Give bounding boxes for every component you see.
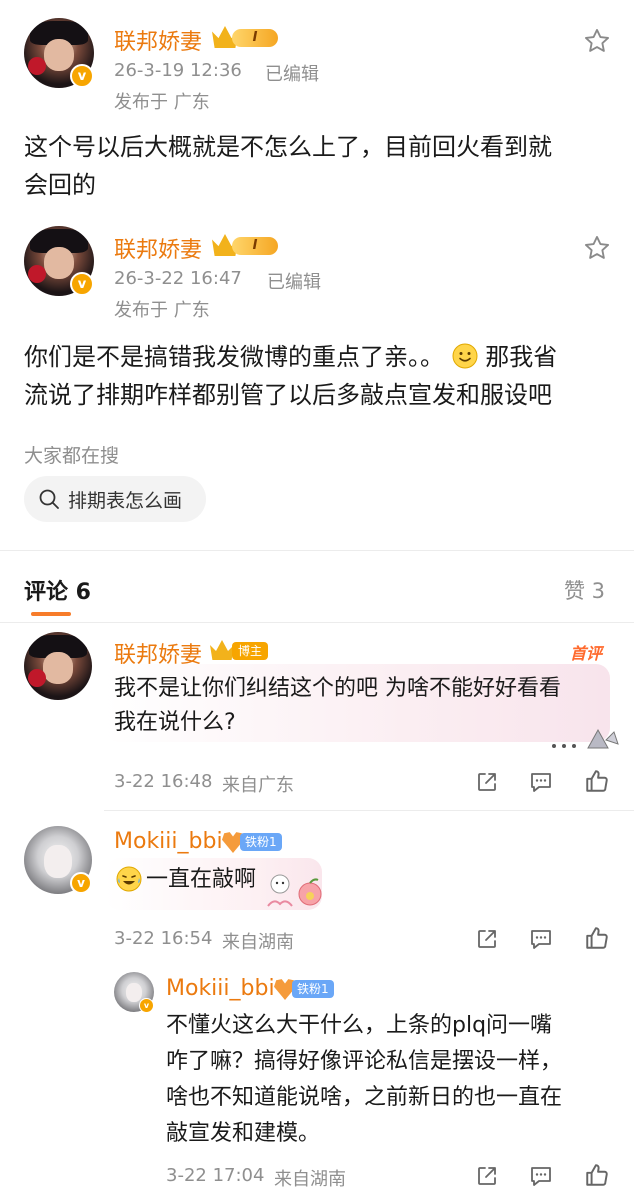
- blogger-badge-label: 博主: [232, 642, 268, 660]
- comment-time: 3-22 16:54: [114, 928, 213, 949]
- reply-text-line: 不懂火这么大干什么，上条的plq问一嘴: [166, 1013, 553, 1038]
- comment-icon[interactable]: [529, 927, 553, 951]
- laugh-cry-emoji-icon: [116, 866, 142, 892]
- tabs-divider: [0, 622, 634, 623]
- post-location: 发布于 广东: [114, 300, 210, 321]
- favorite-star-icon[interactable]: [583, 27, 611, 55]
- crown-icon: [210, 640, 234, 660]
- post-author-name[interactable]: 联邦娇妻: [114, 232, 202, 264]
- verified-badge-icon: v: [139, 998, 154, 1013]
- verified-badge-icon: v: [70, 272, 94, 296]
- verified-badge-icon: v: [70, 872, 92, 894]
- avatar-rose: [28, 264, 47, 283]
- avatar-rose: [28, 56, 47, 75]
- post-text-line: 流说了排期咋样都别管了以后多敲点宣发和服设吧: [24, 381, 552, 409]
- comment-author-name[interactable]: Mokiii_bbi: [114, 829, 223, 854]
- reply-author-name[interactable]: Mokiii_bbi: [166, 976, 275, 1001]
- post-text-line: 这个号以后大概就是不怎么上了，目前回火看到就: [24, 133, 552, 161]
- avatar-face: [44, 845, 72, 878]
- tab-likes[interactable]: 赞 3: [564, 575, 605, 605]
- post-location: 发布于 广东: [114, 92, 210, 113]
- tab-active-underline: [31, 612, 71, 616]
- post-date: 26-3-22 16:47: [114, 268, 242, 289]
- avatar-face: [43, 247, 75, 280]
- comment-source: 来自广东: [222, 775, 294, 796]
- search-icon: [39, 489, 59, 509]
- avatar-face: [43, 652, 73, 684]
- comment-text-line: 我不是让你们纠结这个的吧 为啥不能好好看看: [114, 676, 561, 701]
- fan-badge: 铁粉1: [222, 831, 288, 853]
- level-badge: I: [212, 233, 278, 259]
- share-icon[interactable]: [475, 1164, 499, 1188]
- reply-text-line: 敲宣发和建模。: [166, 1121, 321, 1146]
- fan-badge-label: 铁粉1: [292, 980, 334, 998]
- post-date: 26-3-19 12:36: [114, 60, 242, 81]
- comment-icon[interactable]: [529, 1164, 553, 1188]
- share-icon[interactable]: [475, 770, 499, 794]
- reply-time: 3-22 17:04: [166, 1165, 265, 1186]
- hot-search-chip[interactable]: 排期表怎么画: [24, 476, 206, 522]
- hot-search-query: 排期表怎么画: [68, 489, 183, 512]
- section-divider: [0, 550, 634, 551]
- favorite-star-icon[interactable]: [583, 234, 611, 262]
- comment-text: 一直在敲啊: [146, 867, 257, 892]
- reply-source: 来自湖南: [274, 1169, 346, 1190]
- edited-label[interactable]: 已编辑: [265, 60, 319, 86]
- hot-search-heading: 大家都在搜: [24, 445, 120, 467]
- like-icon[interactable]: [584, 1162, 610, 1188]
- blogger-badge: 博主: [210, 640, 268, 662]
- like-icon[interactable]: [584, 768, 610, 794]
- bubble-decoration-icon: [552, 728, 619, 749]
- first-comment-tag: 首评: [570, 644, 603, 663]
- smile-emoji-icon: [452, 343, 478, 369]
- edited-label[interactable]: 已编辑: [267, 268, 321, 294]
- comment-divider: [104, 810, 634, 811]
- comment-source: 来自湖南: [222, 932, 294, 953]
- comment-time: 3-22 16:48: [114, 771, 213, 792]
- fan-badge: 铁粉1: [274, 978, 340, 1000]
- post-text-part: 那我省: [485, 343, 558, 371]
- avatar[interactable]: [24, 632, 92, 700]
- level-badge: I: [212, 25, 278, 51]
- verified-badge-icon: v: [70, 64, 94, 88]
- avatar-rose: [28, 669, 46, 688]
- reply-text-line: 咋了嘛？搞得好像评论私信是摆设一样，: [166, 1049, 563, 1074]
- post-author-name[interactable]: 联邦娇妻: [114, 24, 202, 56]
- tab-comments[interactable]: 评论 6: [24, 574, 91, 606]
- level-label: I: [232, 29, 278, 47]
- bubble-sticker-icon: [267, 874, 322, 907]
- avatar-face: [126, 983, 142, 1003]
- level-label: I: [232, 237, 278, 255]
- share-icon[interactable]: [475, 927, 499, 951]
- comment-text-line: 我在说什么?: [114, 710, 236, 735]
- reply-text-line: 啥也不知道能说啥，之前新日的也一直在: [166, 1085, 563, 1110]
- fan-badge-label: 铁粉1: [240, 833, 282, 851]
- avatar-face: [43, 39, 75, 72]
- post-text-line: 你们是不是搞错我发微博的重点了亲。。 那我省: [24, 338, 557, 376]
- like-icon[interactable]: [584, 925, 610, 951]
- post-text-part: 你们是不是搞错我发微博的重点了亲。。: [24, 343, 444, 371]
- comment-icon[interactable]: [529, 770, 553, 794]
- post-text-line: 会回的: [24, 171, 96, 199]
